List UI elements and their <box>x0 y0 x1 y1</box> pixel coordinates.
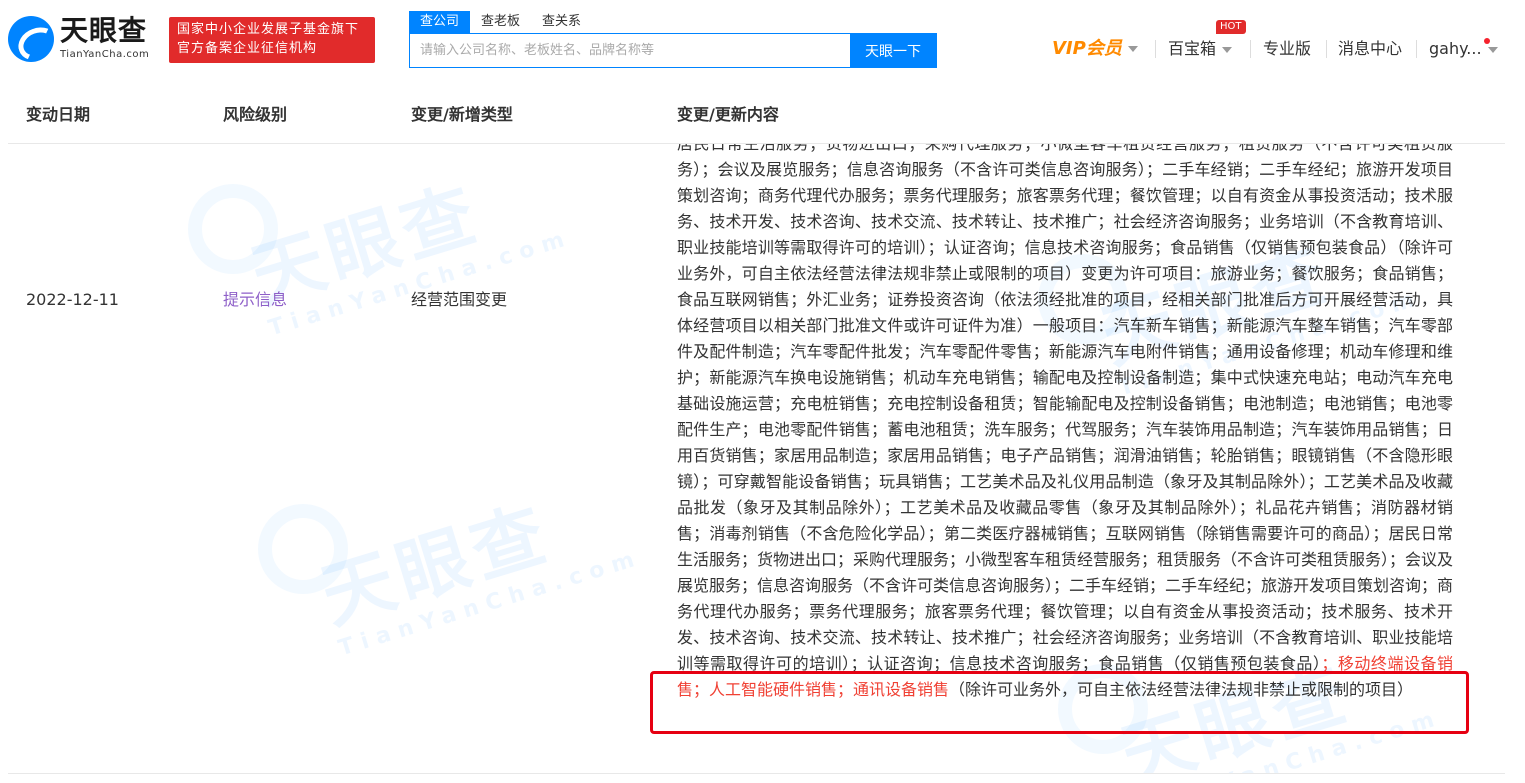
watermark-ring <box>188 184 278 274</box>
nav-divider <box>1250 40 1251 58</box>
risk-level-link[interactable]: 提示信息 <box>223 287 287 313</box>
vip-member-menu[interactable]: VIP会员 <box>1052 37 1138 61</box>
nav-divider <box>1416 40 1417 58</box>
watermark: 天眼查 TianYanCha.com <box>307 451 645 662</box>
col-header-content: 变更/更新内容 <box>677 105 779 124</box>
notification-dot <box>1484 38 1490 44</box>
search-input[interactable] <box>410 34 850 67</box>
watermark-en: TianYanCha.com <box>265 225 575 342</box>
content-text-tail: （除许可业务外，可自主依法经营法律法规非禁止或限制的项目） <box>949 680 1414 699</box>
table-row: 天眼查 TianYanCha.com 天眼查 TianYanCha.com 天眼查 T… <box>8 144 1505 774</box>
vip-label: VIP会员 <box>1052 38 1122 59</box>
search-tabs: 查公司 查老板 查关系 <box>409 11 592 33</box>
change-date: 2022-12-11 <box>26 290 119 309</box>
message-center-link[interactable]: 消息中心 <box>1338 38 1402 60</box>
toolbox-label: 百宝箱 <box>1168 39 1217 58</box>
top-header: 天眼查 TianYanCha.com 国家中小企业发展子基金旗下 官方备案企业征… <box>0 0 1525 86</box>
change-type: 经营范围变更 <box>411 290 508 309</box>
official-badge: 国家中小企业发展子基金旗下 官方备案企业征信机构 <box>169 17 375 63</box>
watermark: 天眼查 TianYanCha.com <box>237 144 575 342</box>
change-content: 居民日常生活服务；货物进出口；采购代理服务；小微型客车租赁经营服务；租赁服务（不… <box>677 144 1453 703</box>
badge-line-2: 官方备案企业征信机构 <box>177 41 318 56</box>
tab-company[interactable]: 查公司 <box>409 11 471 33</box>
nav-divider <box>1155 40 1156 58</box>
toolbox-menu[interactable]: 百宝箱 <box>1168 38 1233 60</box>
tab-boss[interactable]: 查老板 <box>470 11 531 33</box>
username: gahy... <box>1429 39 1482 58</box>
watermark-en: TianYanCha.com <box>1135 705 1445 774</box>
hot-badge: HOT <box>1216 20 1246 34</box>
watermark-cn: 天眼查 <box>311 490 561 640</box>
search-button[interactable]: 天眼一下 <box>850 34 936 67</box>
chevron-down-icon <box>1487 46 1498 53</box>
col-header-date: 变动日期 <box>26 105 91 124</box>
pro-version-link[interactable]: 专业版 <box>1263 38 1311 60</box>
watermark-en: TianYanCha.com <box>335 545 645 662</box>
chevron-down-icon <box>1222 46 1233 53</box>
col-header-risk: 风险级别 <box>223 105 288 124</box>
content-text: 居民日常生活服务；货物进出口；采购代理服务；小微型客车租赁经营服务；租赁服务（不… <box>677 144 1454 673</box>
logo-domain: TianYanCha.com <box>60 49 150 60</box>
watermark-ring <box>258 504 348 594</box>
nav-divider <box>1326 40 1327 58</box>
logo[interactable]: 天眼查 TianYanCha.com <box>8 14 158 64</box>
chevron-down-icon <box>1127 46 1138 52</box>
logo-text: 天眼查 <box>60 14 148 47</box>
tab-relation[interactable]: 查关系 <box>531 11 592 33</box>
logo-eye-icon <box>8 16 54 62</box>
col-header-type: 变更/新增类型 <box>411 105 513 124</box>
search-box: 天眼一下 <box>409 33 937 68</box>
change-table-header: 变动日期 风险级别 变更/新增类型 变更/更新内容 <box>8 86 1505 144</box>
badge-line-1: 国家中小企业发展子基金旗下 <box>177 22 360 37</box>
